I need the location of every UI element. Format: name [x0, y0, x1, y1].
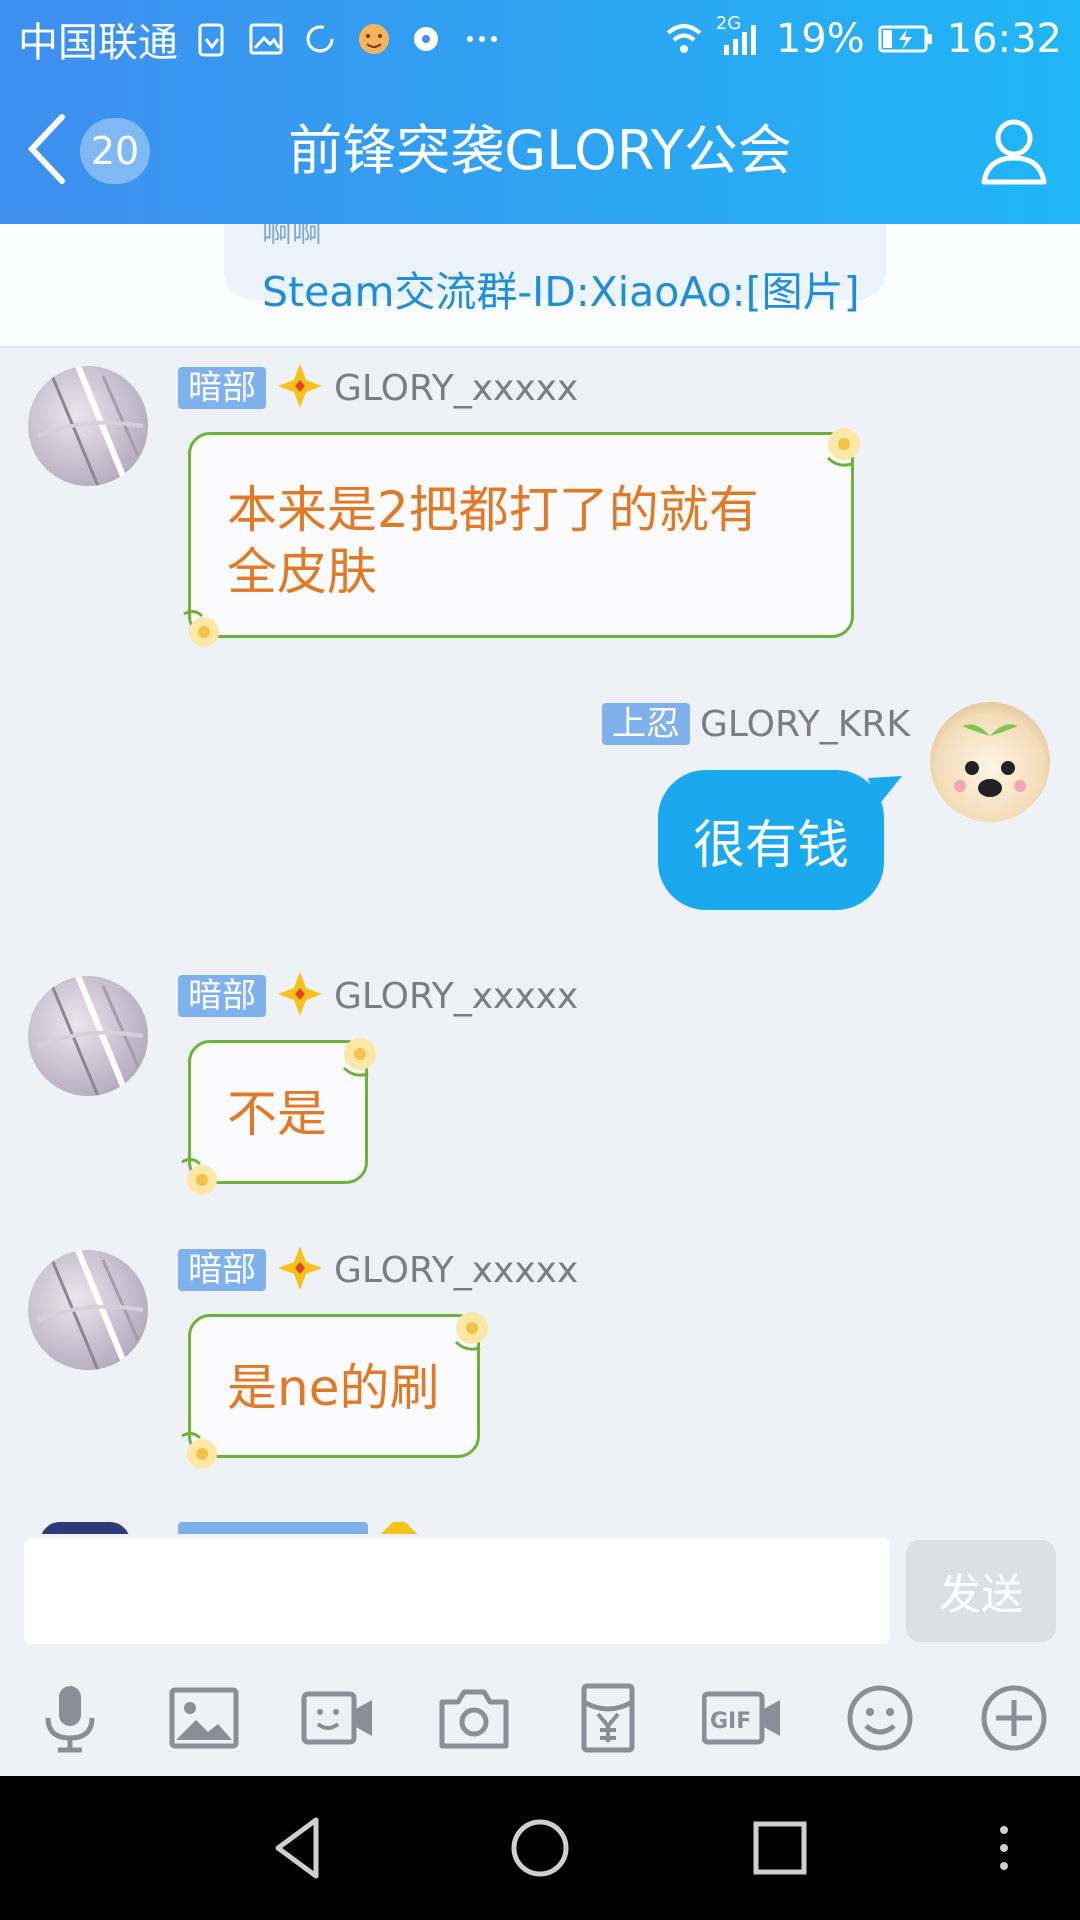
message-bubble[interactable]: 很有钱 — [658, 770, 884, 910]
gif-button[interactable]: GIF — [701, 1680, 784, 1756]
flower-decoration-icon — [826, 428, 860, 467]
signal-icon: 2G — [716, 13, 764, 59]
camera-icon — [439, 1689, 509, 1749]
nav-menu-button[interactable] — [984, 1812, 1024, 1884]
pinned-notice-text[interactable]: Steam交流群-ID:XiaoAo:[图片] — [262, 258, 860, 318]
input-toolbar: GIF — [0, 1668, 1080, 1768]
member-star-icon — [276, 970, 324, 1022]
red-packet-button[interactable] — [570, 1680, 646, 1756]
member-star-icon — [276, 362, 324, 414]
pinned-notice-cut-text: 啊啊 — [262, 224, 322, 244]
chat-status-icon — [408, 19, 448, 59]
voice-button[interactable] — [32, 1680, 108, 1756]
red-packet-icon — [581, 1683, 635, 1753]
sender-name[interactable]: GLORY_xxxxx — [334, 976, 578, 1017]
message-text: 不是 — [227, 1085, 327, 1143]
page-title: 前锋突袭GLORY公会 — [288, 119, 792, 182]
nav-home-button[interactable] — [504, 1812, 576, 1884]
emoji-icon — [847, 1685, 913, 1751]
emoji-button[interactable] — [842, 1680, 918, 1756]
sim-icon — [192, 19, 232, 59]
message-input[interactable] — [24, 1538, 890, 1644]
flower-decoration-icon — [454, 1312, 488, 1351]
avatar[interactable] — [28, 1250, 148, 1370]
system-nav-bar — [0, 1776, 1080, 1920]
video-call-button[interactable] — [300, 1680, 376, 1756]
sync-icon — [300, 19, 340, 59]
avatar[interactable] — [28, 976, 148, 1096]
flower-decoration-icon — [183, 609, 219, 647]
message-bubble[interactable]: 本来是2把都打了的就有 全皮肤 — [188, 432, 854, 638]
rank-badge: 上忍 — [602, 703, 690, 745]
battery-percent: 19% — [775, 16, 865, 62]
more-notifications-icon — [462, 19, 502, 59]
flower-decoration-icon — [181, 1431, 217, 1469]
plus-icon — [981, 1685, 1047, 1751]
flower-decoration-icon — [181, 1157, 217, 1195]
camera-button[interactable] — [436, 1680, 512, 1756]
square-recents-icon — [753, 1821, 807, 1875]
message-meta: 暗部 GLORY_xxxxx — [178, 972, 578, 1018]
title-bar: 20 前锋突袭GLORY公会 — [0, 78, 1080, 224]
nav-recents-button[interactable] — [744, 1812, 816, 1884]
wifi-icon — [664, 19, 704, 59]
carrier-label: 中国联通 — [18, 20, 178, 66]
network-type: 2G — [715, 13, 742, 34]
flower-decoration-icon — [342, 1038, 376, 1077]
sender-name[interactable]: GLORY_KRK — [700, 704, 910, 745]
sender-name[interactable]: GLORY_xxxxx — [334, 368, 578, 409]
sender-name[interactable]: GLORY_xxxxx — [334, 1250, 578, 1291]
circle-home-icon — [511, 1819, 569, 1877]
gallery-icon — [246, 19, 286, 59]
status-bar: 中国联通 2G 19% 16:32 — [0, 0, 1080, 78]
unread-count-badge[interactable]: 20 — [80, 118, 150, 184]
microphone-icon — [45, 1686, 95, 1753]
rank-badge: 暗部 — [178, 975, 266, 1017]
clock: 16:32 — [946, 16, 1062, 62]
gif-icon: GIF — [701, 1691, 780, 1745]
message-text: 是ne的刷 — [227, 1359, 440, 1417]
message-bubble[interactable]: 是ne的刷 — [188, 1314, 480, 1458]
battery-charging-icon — [877, 19, 935, 59]
group-members-button[interactable] — [972, 112, 1052, 192]
message-meta: 暗部 GLORY_xxxxx — [178, 1246, 578, 1292]
triangle-back-icon — [275, 1817, 319, 1879]
photo-button[interactable] — [166, 1680, 242, 1756]
vertical-dots-icon — [1000, 1826, 1008, 1870]
message-text-line: 本来是2把都打了的就有 — [227, 481, 759, 539]
rank-badge: 暗部 — [178, 367, 266, 409]
message-text-line: 全皮肤 — [227, 543, 377, 601]
send-button[interactable]: 发送 — [906, 1540, 1056, 1642]
face-icon — [354, 19, 394, 59]
image-icon — [169, 1687, 239, 1749]
avatar[interactable] — [28, 366, 148, 486]
more-button[interactable] — [976, 1680, 1052, 1756]
member-star-icon — [276, 1244, 324, 1296]
avatar[interactable] — [930, 702, 1050, 822]
user-icon — [972, 119, 1052, 196]
chevron-left-icon — [24, 109, 70, 193]
video-chat-icon — [301, 1691, 372, 1745]
svg-text:GIF: GIF — [710, 1709, 751, 1734]
bubble-tail-icon — [868, 776, 902, 806]
nav-back-button[interactable] — [264, 1812, 336, 1884]
message-meta: 上忍 GLORY_KRK — [602, 702, 910, 746]
message-meta: 暗部 GLORY_xxxxx — [178, 364, 578, 410]
rank-badge: 暗部 — [178, 1249, 266, 1291]
